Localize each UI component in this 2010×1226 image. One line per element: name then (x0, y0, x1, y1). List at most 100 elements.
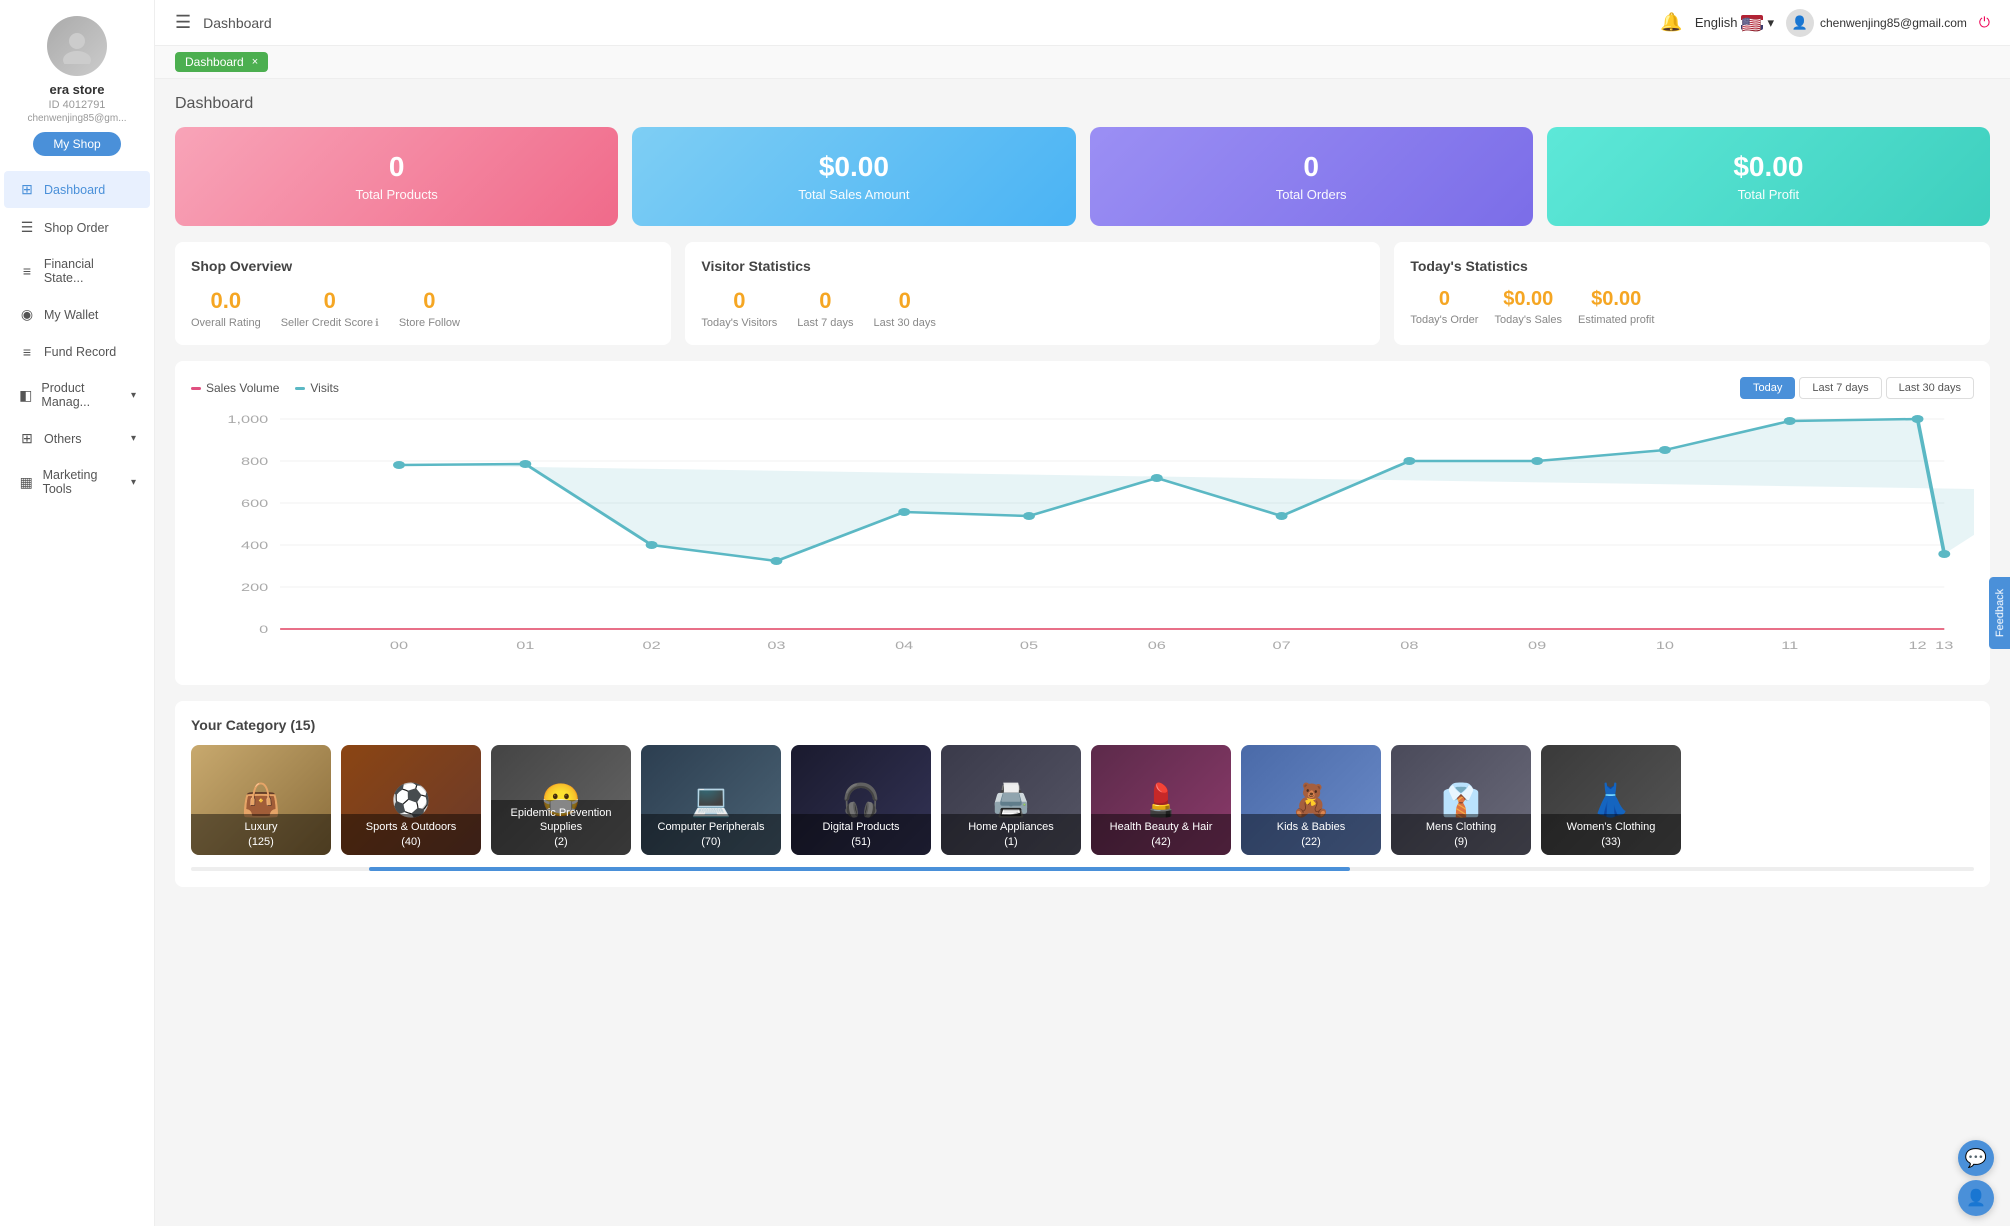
category-section: Your Category (15) 👜 Luxury(125) ⚽ Sport… (175, 701, 1990, 887)
sidebar-nav: ⊞ Dashboard ☰ Shop Order ≡ Financial Sta… (0, 170, 154, 507)
shop-overview-title: Shop Overview (191, 258, 655, 274)
language-selector[interactable]: English 🇺🇸 ▾ (1695, 15, 1774, 31)
user-info[interactable]: 👤 chenwenjing85@gmail.com (1786, 9, 1967, 37)
nav-icon-financial-state: ≡ (18, 263, 36, 279)
chat-widget-2[interactable]: 👤 (1958, 1180, 1994, 1216)
category-title: Your Category (15) (191, 717, 1974, 733)
total-sales-label: Total Sales Amount (798, 187, 909, 202)
overview-panels: Shop Overview 0.0 Overall Rating 0 Selle… (175, 242, 1990, 345)
category-icon-mens-clothing: 👔 (1441, 781, 1481, 819)
category-icon-sports-outdoors: ⚽ (391, 781, 431, 819)
nav-label-dashboard: Dashboard (44, 183, 105, 197)
lang-chevron-icon: ▾ (1767, 15, 1774, 31)
sidebar-item-financial-state[interactable]: ≡ Financial State... (4, 247, 150, 295)
category-scrollbar (191, 867, 1974, 871)
total-products-label: Total Products (355, 187, 437, 202)
category-card-label-epidemic-prevention: Epidemic Prevention Supplies(2) (491, 800, 631, 855)
store-follow-label: Store Follow (399, 317, 460, 329)
category-card-luxury[interactable]: 👜 Luxury(125) (191, 745, 331, 855)
category-card-sports-outdoors[interactable]: ⚽ Sports & Outdoors(40) (341, 745, 481, 855)
menu-icon[interactable]: ☰ (175, 12, 191, 33)
category-card-womens-clothing[interactable]: 👗 Women's Clothing(33) (1541, 745, 1681, 855)
category-card-computer-peripherals[interactable]: 💻 Computer Peripherals(70) (641, 745, 781, 855)
breadcrumb-label: Dashboard (185, 55, 244, 69)
store-name: era store (50, 82, 105, 97)
chat-widget-1[interactable]: 💬 (1958, 1140, 1994, 1176)
stat-card-total-sales: $0.00 Total Sales Amount (632, 127, 1075, 226)
category-card-mens-clothing[interactable]: 👔 Mens Clothing(9) (1391, 745, 1531, 855)
breadcrumb-close-icon[interactable]: × (252, 56, 258, 68)
logout-icon[interactable]: ⏻ (1979, 14, 1990, 31)
myshop-button[interactable]: My Shop (33, 132, 120, 156)
svg-text:800: 800 (241, 455, 269, 468)
svg-text:06: 06 (1148, 639, 1166, 652)
sidebar-item-marketing-tools[interactable]: ▦ Marketing Tools ▾ (4, 458, 150, 506)
category-icon-computer-peripherals: 💻 (691, 781, 731, 819)
today-sales-label: Today's Sales (1494, 314, 1562, 326)
category-icon-home-appliances: 🖨️ (991, 781, 1031, 819)
chart-container: 1,000 800 600 400 200 0 (191, 409, 1974, 669)
svg-text:09: 09 (1528, 639, 1546, 652)
overall-rating-label: Overall Rating (191, 317, 261, 329)
category-card-digital-products[interactable]: 🎧 Digital Products(51) (791, 745, 931, 855)
today-sales-stat: $0.00 Today's Sales (1494, 288, 1562, 326)
total-profit-value: $0.00 (1733, 151, 1803, 183)
sidebar-item-others[interactable]: ⊞ Others ▾ (4, 420, 150, 457)
visitor-stats: 0 Today's Visitors 0 Last 7 days 0 Last … (701, 288, 1364, 329)
chart-header: Sales Volume Visits Today Last 7 days La… (191, 377, 1974, 399)
chart-btn-last7[interactable]: Last 7 days (1799, 377, 1881, 399)
chevron-icon-product-manage: ▾ (131, 390, 136, 401)
breadcrumb-bar: Dashboard × (155, 46, 2010, 79)
chart-legend: Sales Volume Visits (191, 381, 339, 395)
sidebar-item-fund-record[interactable]: ≡ Fund Record (4, 334, 150, 370)
svg-text:02: 02 (643, 639, 661, 652)
last30-visitors-stat: 0 Last 30 days (874, 288, 936, 329)
svg-text:0: 0 (259, 623, 268, 636)
visitor-stats-title: Visitor Statistics (701, 258, 1364, 274)
nav-label-fund-record: Fund Record (44, 345, 116, 359)
svg-text:01: 01 (516, 639, 534, 652)
category-card-health-beauty[interactable]: 💄 Health Beauty & Hair(42) (1091, 745, 1231, 855)
category-card-home-appliances[interactable]: 🖨️ Home Appliances(1) (941, 745, 1081, 855)
nav-icon-product-manage: ◧ (18, 387, 33, 404)
store-follow-value: 0 (399, 288, 460, 314)
category-card-label-mens-clothing: Mens Clothing(9) (1391, 814, 1531, 855)
feedback-button[interactable]: Feedback (1989, 577, 2010, 649)
notification-bell-icon[interactable]: 🔔 (1660, 12, 1682, 33)
svg-text:400: 400 (241, 539, 269, 552)
todays-statistics-panel: Today's Statistics 0 Today's Order $0.00… (1394, 242, 1990, 345)
total-orders-value: 0 (1303, 151, 1319, 183)
info-icon: ℹ (375, 318, 379, 329)
seller-credit-label: Seller Credit Score ℹ (281, 317, 379, 329)
category-icon-luxury: 👜 (241, 781, 281, 819)
store-follow-stat: 0 Store Follow (399, 288, 460, 329)
sidebar-item-dashboard[interactable]: ⊞ Dashboard (4, 171, 150, 208)
category-card-label-luxury: Luxury(125) (191, 814, 331, 855)
sidebar: era store ID 4012791 chenwenjing85@gm...… (0, 0, 155, 1226)
flag-icon: 🇺🇸 (1741, 15, 1763, 30)
sidebar-item-product-manage[interactable]: ◧ Product Manag... ▾ (4, 371, 150, 419)
today-order-stat: 0 Today's Order (1410, 288, 1478, 326)
language-label: English (1695, 15, 1738, 30)
header-title: Dashboard (203, 15, 1648, 31)
chevron-icon-others: ▾ (131, 433, 136, 444)
nav-label-financial-state: Financial State... (44, 257, 136, 285)
svg-text:200: 200 (241, 581, 269, 594)
svg-text:600: 600 (241, 497, 269, 510)
last30-visitors-value: 0 (874, 288, 936, 314)
category-card-kids-babies[interactable]: 🧸 Kids & Babies(22) (1241, 745, 1381, 855)
category-scrollbar-thumb (369, 867, 1350, 871)
estimated-profit-stat: $0.00 Estimated profit (1578, 288, 1654, 326)
sidebar-item-my-wallet[interactable]: ◉ My Wallet (4, 296, 150, 333)
category-card-epidemic-prevention[interactable]: 😷 Epidemic Prevention Supplies(2) (491, 745, 631, 855)
shop-overview-panel: Shop Overview 0.0 Overall Rating 0 Selle… (175, 242, 671, 345)
sidebar-item-shop-order[interactable]: ☰ Shop Order (4, 209, 150, 246)
category-icon-kids-babies: 🧸 (1291, 781, 1331, 819)
chart-btn-today[interactable]: Today (1740, 377, 1795, 399)
main-area: ☰ Dashboard 🔔 English 🇺🇸 ▾ 👤 chenwenjing… (155, 0, 2010, 1226)
legend-visits-label: Visits (310, 381, 338, 395)
category-card-label-sports-outdoors: Sports & Outdoors(40) (341, 814, 481, 855)
svg-text:10: 10 (1656, 639, 1674, 652)
chart-btn-last30[interactable]: Last 30 days (1886, 377, 1974, 399)
category-card-label-digital-products: Digital Products(51) (791, 814, 931, 855)
